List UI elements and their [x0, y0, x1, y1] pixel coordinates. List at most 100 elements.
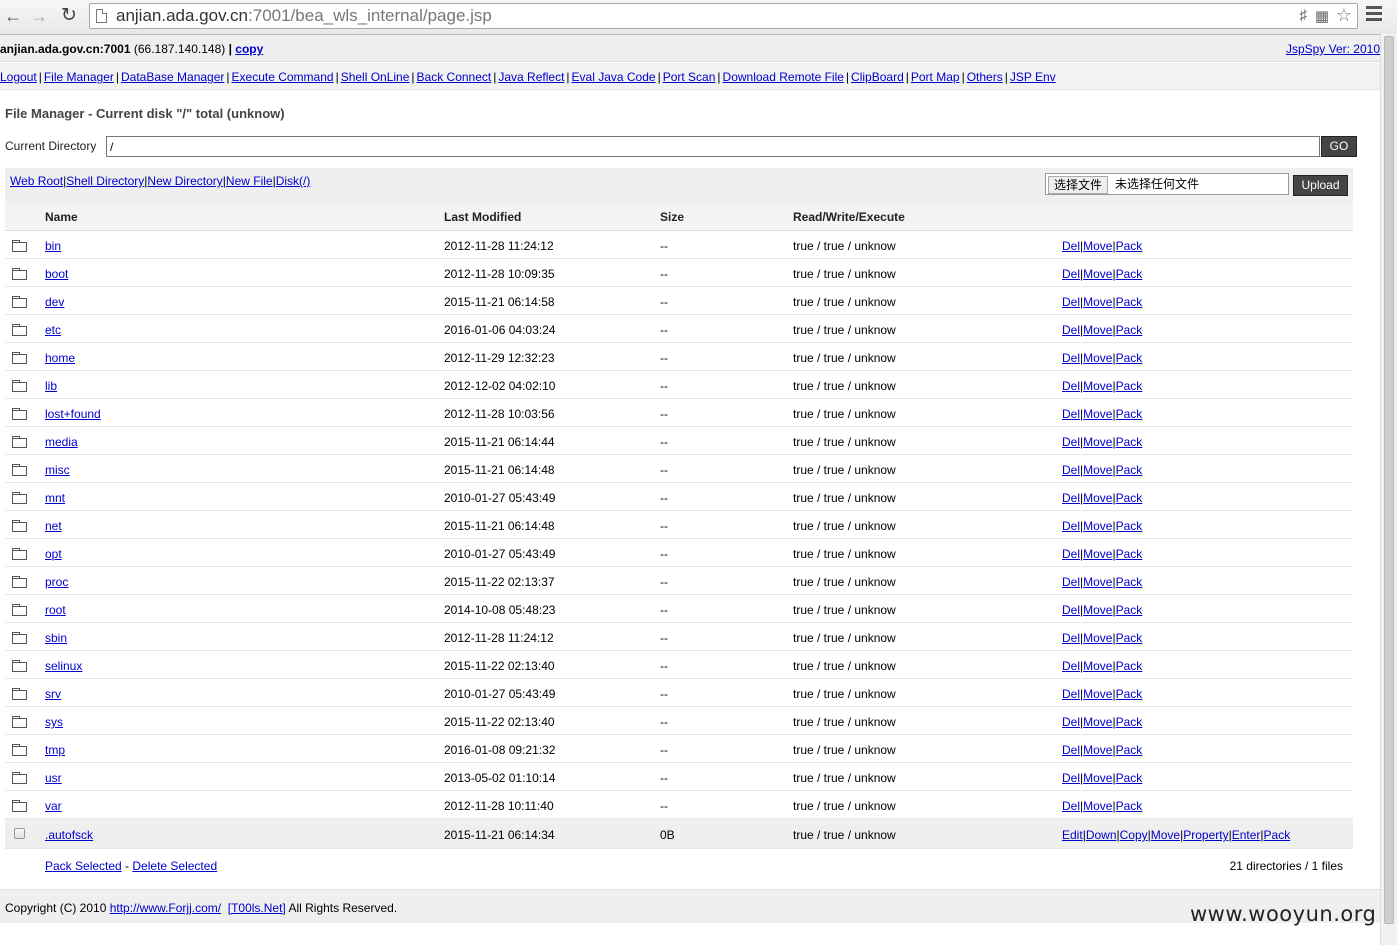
action-move[interactable]: Move — [1083, 351, 1112, 365]
action-move[interactable]: Move — [1083, 659, 1112, 673]
quick-link-new-file[interactable]: New File — [226, 174, 273, 188]
menu-item-port-map[interactable]: Port Map — [911, 70, 960, 84]
directory-name-link[interactable]: dev — [45, 295, 64, 309]
back-arrow-icon[interactable]: ← — [2, 4, 24, 28]
directory-name-link[interactable]: root — [45, 603, 66, 617]
action-del[interactable]: Del — [1062, 295, 1080, 309]
action-move[interactable]: Move — [1083, 799, 1112, 813]
version-link[interactable]: JspSpy Ver: 2010 — [1286, 42, 1380, 56]
menu-item-others[interactable]: Others — [967, 70, 1003, 84]
directory-name-link[interactable]: misc — [45, 463, 70, 477]
directory-name-link[interactable]: sbin — [45, 631, 67, 645]
copy-link[interactable]: copy — [235, 42, 263, 56]
menu-item-jsp-env[interactable]: JSP Env — [1010, 70, 1056, 84]
t00ls-link[interactable]: [T00ls.Net] — [228, 901, 286, 915]
action-edit[interactable]: Edit — [1062, 828, 1083, 842]
directory-name-link[interactable]: home — [45, 351, 75, 365]
directory-name-link[interactable]: sys — [45, 715, 63, 729]
action-pack[interactable]: Pack — [1116, 743, 1143, 757]
directory-name-link[interactable]: bin — [45, 239, 61, 253]
action-del[interactable]: Del — [1062, 603, 1080, 617]
action-move[interactable]: Move — [1083, 239, 1112, 253]
menu-item-eval-java-code[interactable]: Eval Java Code — [572, 70, 656, 84]
file-picker[interactable]: 选择文件 未选择任何文件 — [1045, 173, 1289, 195]
directory-name-link[interactable]: boot — [45, 267, 68, 281]
quick-link-disk-[interactable]: Disk(/) — [276, 174, 311, 188]
action-move[interactable]: Move — [1151, 828, 1180, 842]
action-del[interactable]: Del — [1062, 547, 1080, 561]
action-move[interactable]: Move — [1083, 575, 1112, 589]
action-move[interactable]: Move — [1083, 547, 1112, 561]
action-property[interactable]: Property — [1183, 828, 1228, 842]
reload-icon[interactable]: ↻ — [58, 4, 80, 28]
address-bar[interactable]: anjian.ada.gov.cn:7001/bea_wls_internal/… — [89, 3, 1358, 29]
action-move[interactable]: Move — [1083, 463, 1112, 477]
star-icon[interactable]: ☆ — [1336, 5, 1352, 26]
action-del[interactable]: Del — [1062, 435, 1080, 449]
action-pack[interactable]: Pack — [1116, 687, 1143, 701]
current-directory-input[interactable] — [106, 136, 1320, 157]
directory-name-link[interactable]: proc — [45, 575, 68, 589]
action-pack[interactable]: Pack — [1116, 463, 1143, 477]
action-down[interactable]: Down — [1086, 828, 1117, 842]
action-del[interactable]: Del — [1062, 351, 1080, 365]
forjj-link[interactable]: http://www.Forjj.com/ — [110, 901, 221, 915]
action-del[interactable]: Del — [1062, 239, 1080, 253]
directory-name-link[interactable]: lost+found — [45, 407, 101, 421]
action-pack[interactable]: Pack — [1116, 323, 1143, 337]
action-del[interactable]: Del — [1062, 799, 1080, 813]
action-del[interactable]: Del — [1062, 407, 1080, 421]
action-enter[interactable]: Enter — [1232, 828, 1261, 842]
directory-name-link[interactable]: srv — [45, 687, 61, 701]
action-pack[interactable]: Pack — [1116, 239, 1143, 253]
action-pack[interactable]: Pack — [1116, 295, 1143, 309]
key-icon[interactable]: ♯ — [1300, 7, 1308, 24]
action-del[interactable]: Del — [1062, 491, 1080, 505]
action-move[interactable]: Move — [1083, 715, 1112, 729]
action-del[interactable]: Del — [1062, 379, 1080, 393]
action-del[interactable]: Del — [1062, 323, 1080, 337]
delete-selected-link[interactable]: Delete Selected — [132, 859, 217, 873]
action-pack[interactable]: Pack — [1116, 603, 1143, 617]
directory-name-link[interactable]: net — [45, 519, 62, 533]
action-pack[interactable]: Pack — [1116, 715, 1143, 729]
quick-link-web-root[interactable]: Web Root — [10, 174, 63, 188]
url-text[interactable]: anjian.ada.gov.cn:7001/bea_wls_internal/… — [116, 6, 492, 26]
menu-item-download-remote-file[interactable]: Download Remote File — [723, 70, 844, 84]
menu-item-file-manager[interactable]: File Manager — [44, 70, 114, 84]
action-pack[interactable]: Pack — [1116, 575, 1143, 589]
action-move[interactable]: Move — [1083, 603, 1112, 617]
action-move[interactable]: Move — [1083, 267, 1112, 281]
menu-item-execute-command[interactable]: Execute Command — [232, 70, 334, 84]
menu-item-java-reflect[interactable]: Java Reflect — [498, 70, 564, 84]
action-pack[interactable]: Pack — [1264, 828, 1291, 842]
action-del[interactable]: Del — [1062, 575, 1080, 589]
action-del[interactable]: Del — [1062, 771, 1080, 785]
action-pack[interactable]: Pack — [1116, 351, 1143, 365]
action-pack[interactable]: Pack — [1116, 799, 1143, 813]
scrollbar-thumb[interactable] — [1384, 36, 1394, 924]
forward-arrow-icon[interactable]: → — [28, 4, 50, 28]
directory-name-link[interactable]: tmp — [45, 743, 65, 757]
action-move[interactable]: Move — [1083, 323, 1112, 337]
quick-link-shell-directory[interactable]: Shell Directory — [66, 174, 144, 188]
action-pack[interactable]: Pack — [1116, 631, 1143, 645]
action-move[interactable]: Move — [1083, 491, 1112, 505]
action-del[interactable]: Del — [1062, 687, 1080, 701]
action-pack[interactable]: Pack — [1116, 659, 1143, 673]
upload-button[interactable]: Upload — [1293, 175, 1348, 196]
quick-link-new-directory[interactable]: New Directory — [147, 174, 222, 188]
action-pack[interactable]: Pack — [1116, 435, 1143, 449]
action-move[interactable]: Move — [1083, 435, 1112, 449]
action-del[interactable]: Del — [1062, 715, 1080, 729]
action-move[interactable]: Move — [1083, 295, 1112, 309]
menu-item-logout[interactable]: Logout — [0, 70, 37, 84]
action-del[interactable]: Del — [1062, 631, 1080, 645]
action-pack[interactable]: Pack — [1116, 267, 1143, 281]
action-move[interactable]: Move — [1083, 407, 1112, 421]
directory-name-link[interactable]: opt — [45, 547, 62, 561]
action-pack[interactable]: Pack — [1116, 491, 1143, 505]
directory-name-link[interactable]: usr — [45, 771, 62, 785]
action-move[interactable]: Move — [1083, 631, 1112, 645]
action-pack[interactable]: Pack — [1116, 771, 1143, 785]
